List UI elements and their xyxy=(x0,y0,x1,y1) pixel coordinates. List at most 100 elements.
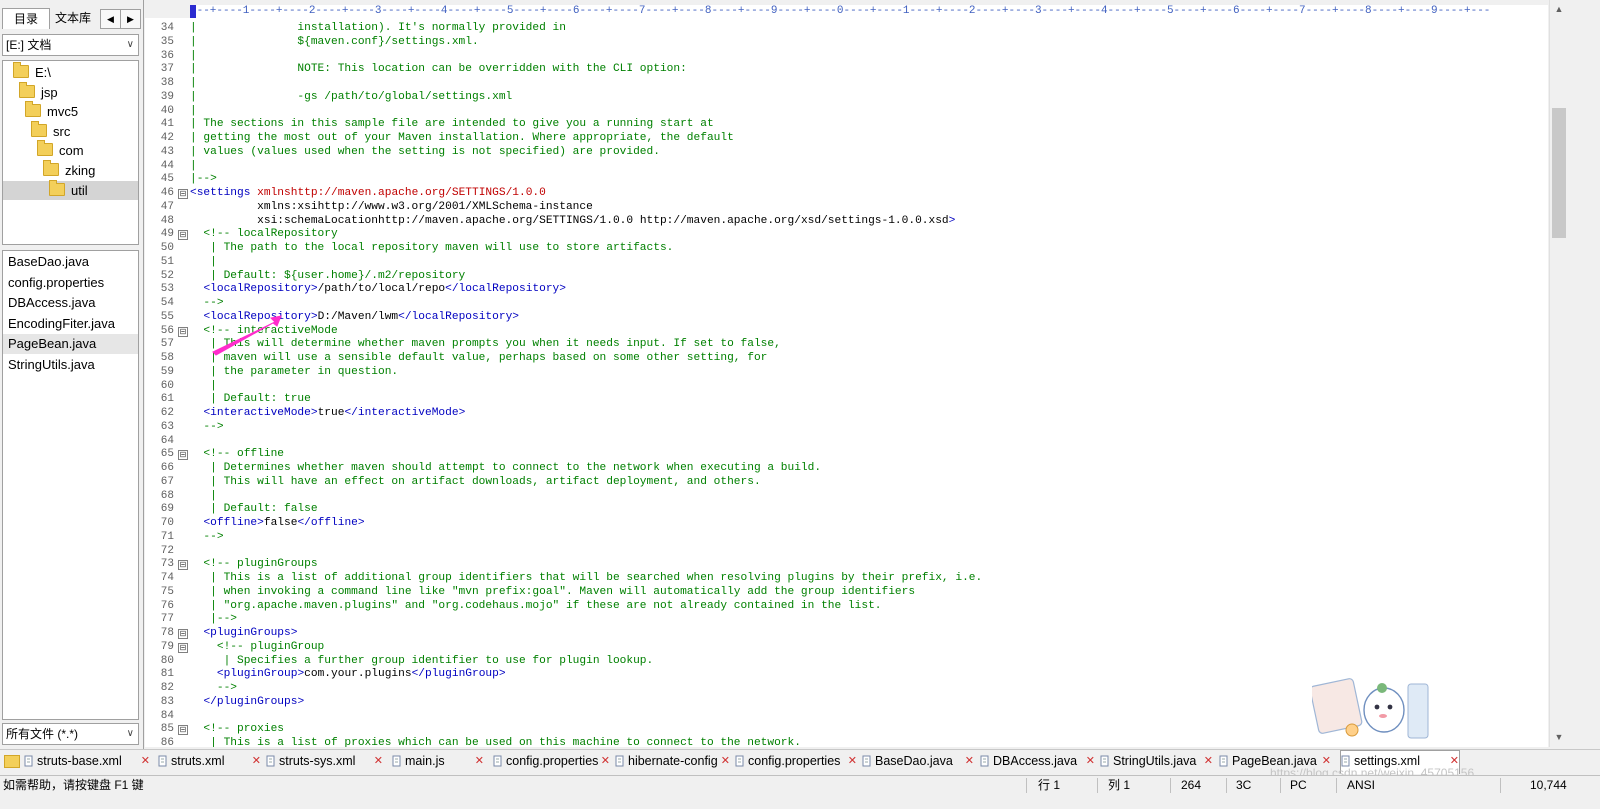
code-line[interactable]: <interactiveMode>true</interactiveMode> xyxy=(190,406,465,420)
file-icon xyxy=(1100,753,1110,767)
code-line[interactable]: | xyxy=(190,49,197,63)
tab-scroll-right-button[interactable]: ▶ xyxy=(120,9,141,29)
fold-toggle-icon[interactable]: ⊟ xyxy=(178,230,188,241)
code-editor[interactable]: 34 35 36 37 38 39 40 41 42 43 44 45 46 ⊟ 47 48 49 ⊟ 50 51 52… xyxy=(145,18,1548,747)
tree-node[interactable]: jsp xyxy=(19,81,58,102)
tree-node[interactable]: src xyxy=(31,120,70,141)
code-line[interactable]: | Specifies a further group identifier t… xyxy=(190,654,654,668)
close-tab-icon[interactable]: ✕ xyxy=(848,751,857,772)
document-tab[interactable]: StringUtils.java ✕ xyxy=(1100,751,1213,772)
file-list-item[interactable]: EncodingFiter.java xyxy=(8,314,115,334)
file-list-item[interactable]: BaseDao.java xyxy=(8,252,89,272)
fold-toggle-icon[interactable]: ⊟ xyxy=(178,326,188,337)
code-line[interactable]: | Determines whether maven should attemp… xyxy=(190,461,821,475)
scroll-down-arrow-icon[interactable]: ▼ xyxy=(1552,730,1566,744)
close-tab-icon[interactable]: ✕ xyxy=(475,751,484,772)
code-line[interactable]: | xyxy=(190,159,197,173)
code-line[interactable]: <!-- localRepository xyxy=(190,227,337,241)
code-line[interactable]: <!-- pluginGroups xyxy=(190,557,317,571)
code-line[interactable]: | -gs /path/to/global/settings.xml xyxy=(190,90,512,104)
fold-toggle-icon[interactable]: ⊟ xyxy=(178,189,188,199)
close-tab-icon[interactable]: ✕ xyxy=(374,751,383,772)
code-line[interactable]: | ${maven.conf}/settings.xml. xyxy=(190,35,479,49)
code-line[interactable]: | Default: false xyxy=(190,502,317,516)
code-line[interactable]: | xyxy=(190,255,217,269)
code-line[interactable]: | xyxy=(190,104,197,118)
fold-toggle-icon[interactable]: ⊟ xyxy=(178,629,188,639)
tab-directory[interactable]: 目录 xyxy=(2,8,50,29)
code-line[interactable]: | when invoking a command line like "mvn… xyxy=(190,585,915,599)
close-tab-icon[interactable]: ✕ xyxy=(1204,751,1213,772)
code-line[interactable]: | values (values used when the setting i… xyxy=(190,145,660,159)
code-line[interactable]: <!-- proxies xyxy=(190,722,284,736)
tree-node[interactable]: E:\ xyxy=(13,62,51,82)
code-line[interactable]: | xyxy=(190,489,217,503)
code-line[interactable]: | Default: ${user.home}/.m2/repository xyxy=(190,269,465,283)
code-line[interactable]: | This will have an effect on artifact d… xyxy=(190,475,761,489)
vertical-scrollbar[interactable]: ▲ ▼ xyxy=(1549,0,1568,747)
document-tab[interactable]: DBAccess.java ✕ xyxy=(980,751,1095,772)
code-line[interactable]: |--> xyxy=(190,612,237,626)
document-tab[interactable]: struts-base.xml ✕ xyxy=(24,751,150,772)
document-tab[interactable]: hibernate-config ✕ xyxy=(615,751,730,772)
close-tab-icon[interactable]: ✕ xyxy=(965,751,974,772)
document-tab[interactable]: main.js ✕ xyxy=(392,751,484,772)
file-list-item[interactable]: StringUtils.java xyxy=(8,355,95,375)
code-line[interactable]: <!-- offline xyxy=(190,447,284,461)
open-folder-icon[interactable] xyxy=(4,755,20,768)
code-line[interactable]: | installation). It's normally provided … xyxy=(190,21,566,35)
code-line[interactable]: --> xyxy=(190,681,237,695)
code-line[interactable]: | "org.apache.maven.plugins" and "org.co… xyxy=(190,599,881,613)
code-line[interactable]: | the parameter in question. xyxy=(190,365,398,379)
fold-toggle-icon[interactable]: ⊟ xyxy=(178,560,188,571)
tree-node[interactable]: com xyxy=(37,140,84,160)
code-line[interactable]: | The path to the local repository maven… xyxy=(190,241,673,255)
file-list-item[interactable]: DBAccess.java xyxy=(8,293,95,313)
close-tab-icon[interactable]: ✕ xyxy=(252,751,261,772)
code-line[interactable]: --> xyxy=(190,530,223,544)
close-tab-icon[interactable]: ✕ xyxy=(721,751,730,772)
code-line[interactable]: <pluginGroups> xyxy=(190,626,297,640)
code-line[interactable]: <localRepository>/path/to/local/repo</lo… xyxy=(190,282,566,296)
tab-scroll-left-button[interactable]: ◀ xyxy=(100,9,121,29)
code-line[interactable]: xsi:schemaLocationhttp://maven.apache.or… xyxy=(190,214,955,228)
drive-select[interactable]: [E:] 文档 ∨ xyxy=(2,34,139,56)
close-tab-icon[interactable]: ✕ xyxy=(601,751,610,772)
document-tab[interactable]: struts.xml ✕ xyxy=(158,751,261,772)
document-tab[interactable]: config.properties ✕ xyxy=(493,751,610,772)
tree-node[interactable]: util xyxy=(3,179,138,200)
tree-node[interactable]: mvc5 xyxy=(25,101,78,121)
code-line[interactable]: </pluginGroups> xyxy=(190,695,304,709)
code-line[interactable]: | This is a list of additional group ide… xyxy=(190,571,982,585)
code-line[interactable]: | getting the most out of your Maven ins… xyxy=(190,131,734,145)
document-tab[interactable]: BaseDao.java ✕ xyxy=(862,751,974,772)
code-line[interactable]: <pluginGroup>com.your.plugins</pluginGro… xyxy=(190,667,506,681)
code-line[interactable]: | xyxy=(190,76,197,90)
code-line[interactable]: <!-- pluginGroup xyxy=(190,640,324,654)
fold-toggle-icon[interactable]: ⊟ xyxy=(178,450,188,461)
document-tab[interactable]: config.properties ✕ xyxy=(735,751,857,772)
code-line[interactable]: | The sections in this sample file are i… xyxy=(190,117,714,131)
tab-text-library[interactable]: 文本库 xyxy=(50,8,96,28)
code-line[interactable]: | This is a list of proxies which can be… xyxy=(190,736,801,747)
file-list-item[interactable]: PageBean.java xyxy=(3,334,138,355)
fold-toggle-icon[interactable]: ⊟ xyxy=(178,642,188,653)
code-line[interactable]: | xyxy=(190,379,217,393)
document-tab[interactable]: struts-sys.xml ✕ xyxy=(266,751,383,772)
tree-node[interactable]: zking xyxy=(43,160,95,180)
code-line[interactable]: <settings xmlnshttp://maven.apache.org/S… xyxy=(190,186,546,200)
close-tab-icon[interactable]: ✕ xyxy=(141,751,150,772)
code-line[interactable]: xmlns:xsihttp://www.w3.org/2001/XMLSchem… xyxy=(190,200,593,214)
close-tab-icon[interactable]: ✕ xyxy=(1086,751,1095,772)
scroll-up-arrow-icon[interactable]: ▲ xyxy=(1552,2,1566,16)
code-line[interactable]: | NOTE: This location can be overridden … xyxy=(190,62,687,76)
status-divider xyxy=(1336,778,1337,793)
code-line[interactable]: | Default: true xyxy=(190,392,311,406)
code-line[interactable]: <offline>false</offline> xyxy=(190,516,364,530)
fold-toggle-icon[interactable]: ⊟ xyxy=(178,725,188,736)
code-line[interactable]: |--> xyxy=(190,172,217,186)
scrollbar-thumb[interactable] xyxy=(1552,108,1566,238)
file-list-item[interactable]: config.properties xyxy=(8,273,104,293)
code-line[interactable]: --> xyxy=(190,420,223,434)
file-filter-select[interactable]: 所有文件 (*.*) ∨ xyxy=(2,723,139,745)
